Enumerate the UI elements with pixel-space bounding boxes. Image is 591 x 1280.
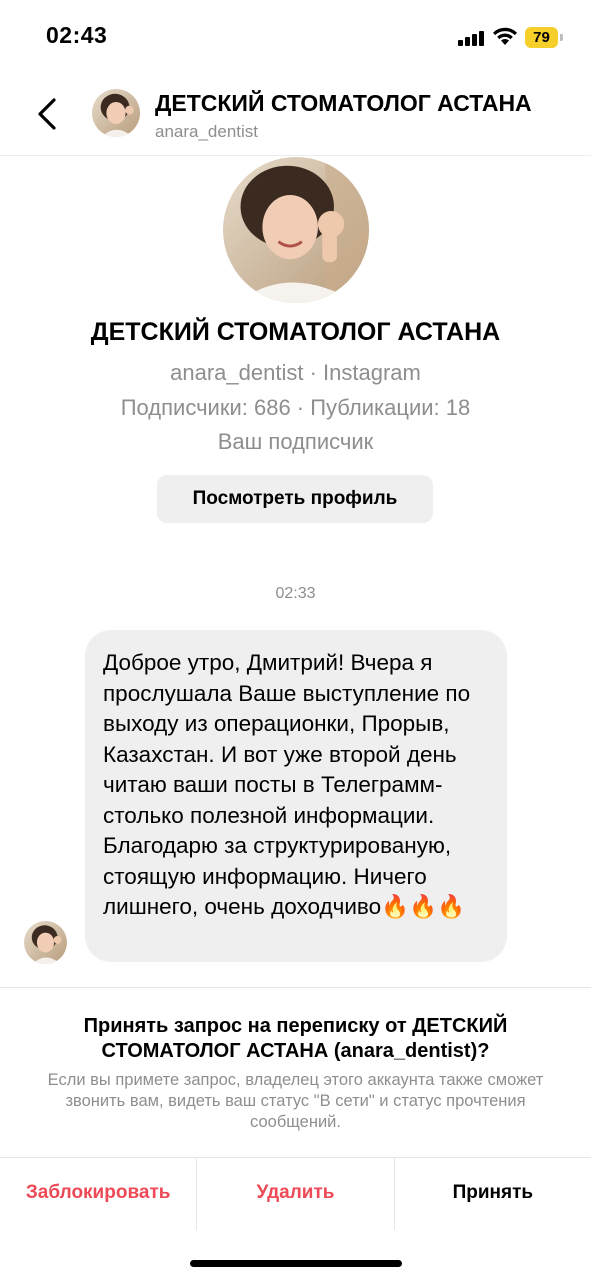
- chat-header: ДЕТСКИЙ СТОМАТОЛОГ АСТАНА anara_dentist: [0, 72, 591, 156]
- profile-username-platform: anara_dentist · Instagram: [170, 360, 421, 385]
- follow-status: Ваш подписчик: [217, 429, 374, 454]
- status-time: 02:43: [46, 22, 108, 48]
- avatar[interactable]: [92, 89, 140, 137]
- battery-icon: 79: [525, 27, 565, 48]
- profile-stats: Подписчики: 686 · Публикации: 18: [120, 395, 471, 420]
- request-actions: Заблокировать Удалить Принять: [0, 1157, 591, 1230]
- message-bubble[interactable]: Доброе утро, Дмитрий! Вчера я прослушала…: [85, 630, 507, 962]
- message-request-panel: Принять запрос на переписку от ДЕТСКИЙ С…: [0, 987, 591, 1157]
- battery-tip: [560, 34, 563, 41]
- message-text: Доброе утро, Дмитрий! Вчера я прослушала…: [103, 650, 471, 919]
- profile-avatar[interactable]: [223, 157, 369, 303]
- chat-username[interactable]: anara_dentist: [155, 122, 258, 142]
- delete-button[interactable]: Удалить: [196, 1158, 393, 1230]
- view-profile-button[interactable]: Посмотреть профиль: [157, 475, 433, 523]
- chevron-left-icon[interactable]: [30, 92, 66, 136]
- cellular-signal-icon: [458, 30, 484, 46]
- request-title: Принять запрос на переписку от ДЕТСКИЙ С…: [83, 1015, 508, 1062]
- message-timestamp: 02:33: [275, 585, 316, 602]
- dm-request-screen: 02:43 79 ДЕТСКИЙ СТОМАТОЛОГ АСТАНА anara…: [0, 0, 591, 1280]
- battery-level: 79: [533, 29, 550, 46]
- request-description: Если вы примете запрос, владелец этого а…: [47, 1071, 544, 1131]
- status-bar: 02:43 79: [0, 0, 591, 72]
- profile-name: ДЕТСКИЙ СТОМАТОЛОГ АСТАНА: [90, 318, 501, 346]
- accept-button[interactable]: Принять: [393, 1158, 591, 1230]
- wifi-icon: [493, 27, 517, 45]
- sender-avatar[interactable]: [24, 921, 67, 964]
- home-indicator: [190, 1260, 402, 1267]
- block-button[interactable]: Заблокировать: [0, 1158, 196, 1230]
- chat-title[interactable]: ДЕТСКИЙ СТОМАТОЛОГ АСТАНА: [155, 90, 575, 117]
